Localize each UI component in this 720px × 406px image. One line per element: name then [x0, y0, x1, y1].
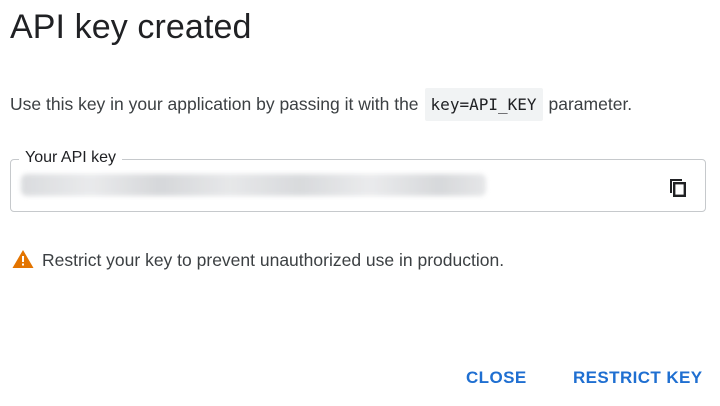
copy-button[interactable]: [665, 173, 691, 199]
description-suffix: parameter.: [548, 93, 633, 114]
api-key-value[interactable]: [21, 174, 486, 196]
dialog-description: Use this key in your application by pass…: [10, 86, 632, 122]
warning-message: Restrict your key to prevent unauthorize…: [12, 249, 504, 271]
warning-text: Restrict your key to prevent unauthorize…: [42, 249, 505, 270]
close-button[interactable]: CLOSE: [466, 368, 527, 388]
api-key-label: Your API key: [19, 149, 123, 167]
restrict-key-button[interactable]: RESTRICT KEY: [573, 368, 702, 388]
description-prefix: Use this key in your application by pass…: [10, 93, 419, 114]
dialog-actions: CLOSE RESTRICT KEY: [0, 368, 720, 394]
param-code: key=API_KEY: [424, 87, 543, 121]
copy-icon: [670, 179, 687, 197]
dialog-title: API key created: [10, 8, 252, 46]
api-key-dialog: API key created Use this key in your app…: [0, 0, 720, 406]
warning-icon: [12, 249, 34, 271]
api-key-field[interactable]: Your API key: [10, 149, 706, 212]
